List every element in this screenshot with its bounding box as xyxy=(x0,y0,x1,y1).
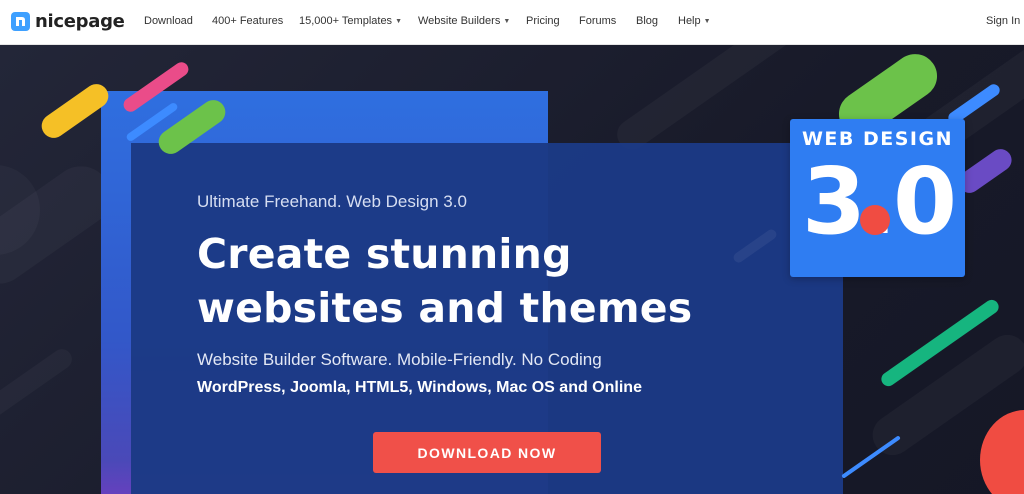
hero-subtitle: Website Builder Software. Mobile-Friendl… xyxy=(197,350,602,369)
top-navbar: nicepage Download 400+ Features 15,000+ … xyxy=(0,0,1024,45)
nav-templates[interactable]: 15,000+ Templates ▼ xyxy=(299,15,402,27)
background-shape xyxy=(0,345,76,424)
badge-red-dot xyxy=(860,205,890,235)
nav-pricing[interactable]: Pricing xyxy=(526,15,560,27)
hero-platforms: WordPress, Joomla, HTML5, Windows, Mac O… xyxy=(197,379,642,396)
brand-name: nicepage xyxy=(35,11,125,32)
hero-title-line-1: Create stunning xyxy=(197,230,572,278)
nav-forums[interactable]: Forums xyxy=(579,15,616,27)
nav-help[interactable]: Help ▼ xyxy=(678,15,711,27)
chevron-down-icon: ▼ xyxy=(503,18,511,25)
chevron-down-icon: ▼ xyxy=(395,18,402,25)
nav-features[interactable]: 400+ Features xyxy=(212,15,283,27)
brand-logo[interactable]: nicepage xyxy=(11,11,125,32)
hero-section: Ultimate Freehand. Web Design 3.0 Create… xyxy=(0,45,1024,494)
chevron-down-icon: ▼ xyxy=(703,18,711,25)
nav-website-builders[interactable]: Website Builders ▼ xyxy=(418,15,510,27)
download-now-button[interactable]: DOWNLOAD NOW xyxy=(373,432,601,473)
badge-number: 3.0 xyxy=(802,148,957,255)
red-shape xyxy=(980,410,1024,494)
sign-in-link[interactable]: Sign In xyxy=(986,15,1020,27)
nav-help-label: Help xyxy=(678,15,701,27)
nav-blog[interactable]: Blog xyxy=(636,15,658,27)
nicepage-logo-icon xyxy=(11,12,30,31)
hero-title-line-2: websites and themes xyxy=(197,284,693,332)
web-design-badge: WEB DESIGN 3.0 xyxy=(790,119,965,277)
blue-stripe xyxy=(841,435,901,479)
hero-title: Create stunning websites and themes xyxy=(197,227,692,335)
hero-eyebrow: Ultimate Freehand. Web Design 3.0 xyxy=(197,192,467,211)
nav-download[interactable]: Download xyxy=(144,15,193,27)
nav-website-builders-label: Website Builders xyxy=(418,15,501,27)
nav-templates-label: 15,000+ Templates xyxy=(299,15,393,27)
background-shape xyxy=(611,45,808,155)
